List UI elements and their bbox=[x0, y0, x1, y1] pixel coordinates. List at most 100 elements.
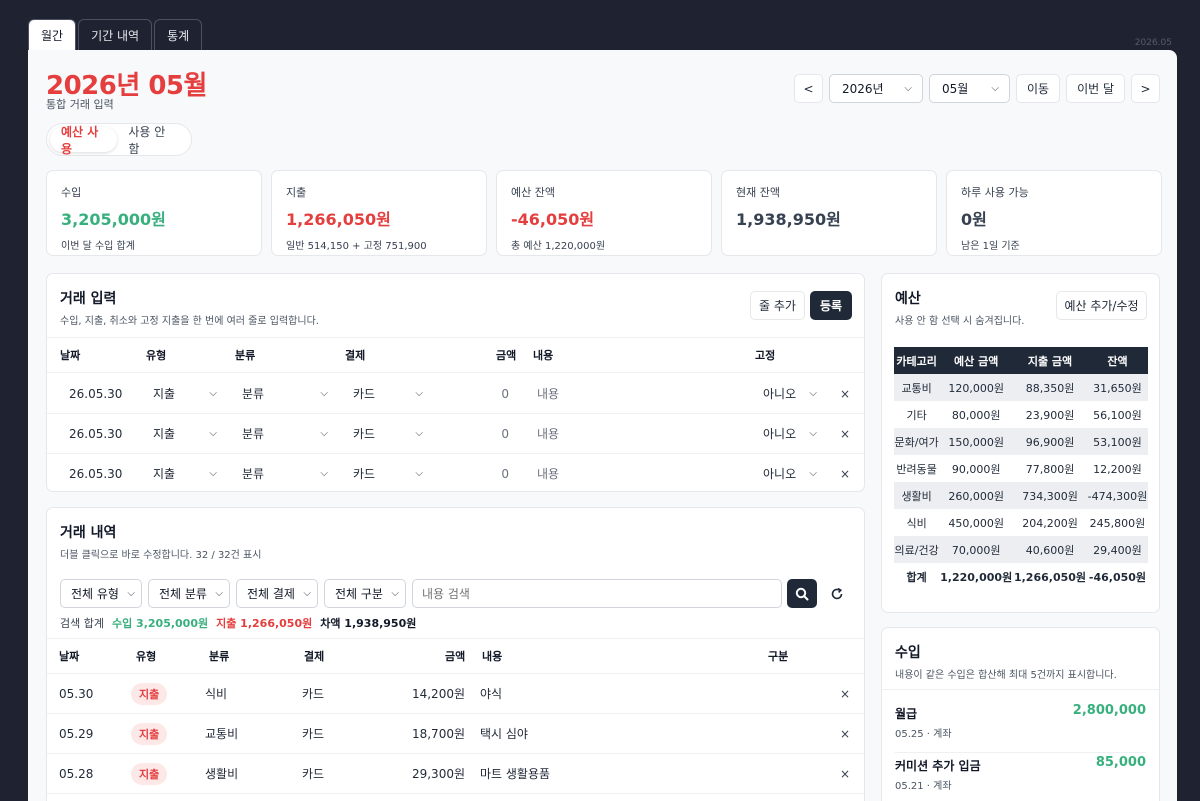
go-button[interactable]: 이동 bbox=[1015, 74, 1061, 103]
prev-month-button[interactable]: < bbox=[793, 74, 823, 103]
chevron-down-icon: ⌵ bbox=[209, 388, 217, 399]
table-row[interactable]: 05.28 지출 생활비 카드 29,300원 마트 생활용품 × bbox=[47, 754, 864, 794]
entry-payment-select[interactable]: 카드 ⌵ bbox=[353, 385, 423, 402]
this-month-button[interactable]: 이번 달 bbox=[1066, 74, 1125, 103]
year-select[interactable]: 2026년 ⌵ bbox=[828, 74, 923, 103]
entry-category-select[interactable]: 분류 ⌵ bbox=[242, 425, 328, 442]
row-date: 05.30 bbox=[59, 686, 94, 701]
filter-select[interactable]: 전체 구분 ⌵ bbox=[324, 579, 406, 608]
chevron-down-icon: ⌵ bbox=[809, 428, 817, 439]
chevron-down-icon: ⌵ bbox=[320, 428, 328, 439]
delete-row-button[interactable]: × bbox=[840, 687, 850, 701]
card-note: 남은 1일 기준 bbox=[961, 241, 1020, 252]
table-row[interactable]: 05.30 지출 식비 카드 14,200원 야식 × bbox=[47, 674, 864, 714]
row-amount: 29,300원 bbox=[411, 767, 465, 781]
col-date: 날짜 bbox=[60, 349, 81, 362]
budget-total-amount: 1,220,000원 bbox=[939, 563, 1014, 590]
budget-amount: 260,000원 bbox=[939, 482, 1014, 509]
card-value: -46,050원 bbox=[511, 210, 595, 229]
budget-total-left: -46,050원 bbox=[1086, 563, 1148, 590]
filter-select[interactable]: 전체 결제 ⌵ bbox=[236, 579, 318, 608]
row-date: 05.29 bbox=[59, 726, 94, 741]
col-kind: 구분 bbox=[768, 650, 789, 663]
budget-amount: 90,000원 bbox=[951, 462, 1001, 476]
add-row-button[interactable]: 줄 추가 bbox=[750, 291, 805, 320]
entry-payment-select[interactable]: 카드 ⌵ bbox=[353, 465, 423, 482]
budget-amount: 120,000원 bbox=[939, 374, 1014, 401]
entry-date-input[interactable]: 26.05.30 bbox=[69, 427, 122, 441]
refresh-icon bbox=[831, 587, 842, 599]
row-type-cell: 지출 bbox=[131, 682, 168, 705]
main-panel: 2026년 05월 통합 거래 입력 < 2026년 ⌵ 05월 ⌵ 이동 이번 달… bbox=[28, 50, 1177, 801]
budget-section: 예산 사용 안 함 선택 시 숨겨집니다. 예산 추가/수정 카테고리 예산 금액… bbox=[881, 273, 1160, 613]
filter-value: 전체 결제 bbox=[247, 587, 295, 601]
entry-type-select[interactable]: 지출 ⌵ bbox=[153, 465, 217, 482]
entry-category-select[interactable]: 분류 ⌵ bbox=[242, 385, 328, 402]
entry-fixed-select-value: 아니오 bbox=[763, 387, 797, 401]
entry-header-row: 날짜 유형 분류 결제 금액 내용 고정 bbox=[47, 337, 864, 373]
chevron-down-icon: ⌵ bbox=[127, 588, 135, 599]
entry-amount-input[interactable]: 0 bbox=[491, 427, 509, 441]
entry-category-select[interactable]: 분류 ⌵ bbox=[242, 465, 328, 482]
row-category: 식비 bbox=[205, 687, 228, 701]
entry-type-select[interactable]: 지출 ⌵ bbox=[153, 385, 217, 402]
summary-diff: 차액 1,938,950원 bbox=[320, 617, 417, 630]
budget-on-option[interactable]: 예산 사용 bbox=[50, 125, 118, 156]
register-button[interactable]: 등록 bbox=[810, 291, 852, 320]
search-summary: 검색 합계 수입 3,205,000원 지출 1,266,050원 차액 1,9… bbox=[60, 615, 416, 631]
delete-row-button[interactable]: × bbox=[840, 767, 850, 781]
tab-statistics[interactable]: 통계 bbox=[154, 19, 203, 51]
entry-payment-select[interactable]: 카드 ⌵ bbox=[353, 425, 423, 442]
tab-monthly[interactable]: 월간 bbox=[28, 19, 77, 51]
budget-toggle: 예산 사용 사용 안 함 bbox=[46, 123, 192, 156]
col-amount: 금액 bbox=[496, 349, 517, 362]
filter-select[interactable]: 전체 유형 ⌵ bbox=[60, 579, 142, 608]
summary-card: 현재 잔액 1,938,950원 bbox=[721, 170, 937, 256]
col-memo: 내용 bbox=[482, 650, 503, 663]
remove-row-button[interactable]: × bbox=[840, 467, 850, 481]
chevron-down-icon: ⌵ bbox=[991, 83, 999, 94]
entry-memo-input[interactable]: 내용 bbox=[537, 425, 559, 442]
budget-table: 카테고리 예산 금액 지출 금액 잔액 교통비 120,000원 88,350원 31,65… bbox=[894, 347, 1148, 590]
entry-fixed-select-value: 아니오 bbox=[763, 427, 797, 441]
row-payment: 카드 bbox=[302, 727, 325, 741]
budget-category: 생활비 bbox=[894, 482, 940, 509]
search-button[interactable] bbox=[787, 579, 817, 608]
filter-select[interactable]: 전체 분류 ⌵ bbox=[148, 579, 230, 608]
entry-title: 거래 입력 bbox=[60, 291, 117, 307]
filter-value: 전체 유형 bbox=[71, 587, 119, 601]
table-row[interactable]: 05.29 지출 교통비 카드 18,700원 택시 심야 × bbox=[47, 714, 864, 754]
card-label: 지출 bbox=[286, 186, 307, 199]
budget-spent: 77,800원 bbox=[1025, 462, 1075, 476]
delete-row-button[interactable]: × bbox=[840, 727, 850, 741]
tab-period-history[interactable]: 기간 내역 bbox=[78, 19, 153, 51]
entry-amount-input[interactable]: 0 bbox=[491, 467, 509, 481]
edit-budget-button[interactable]: 예산 추가/수정 bbox=[1056, 291, 1147, 320]
summary-card: 예산 잔액 -46,050원 총 예산 1,220,000원 bbox=[496, 170, 712, 256]
search-input[interactable] bbox=[422, 586, 772, 601]
remove-row-button[interactable]: × bbox=[840, 387, 850, 401]
entry-date-input[interactable]: 26.05.30 bbox=[69, 467, 122, 481]
history-header-row: 날짜 유형 분류 결제 금액 내용 구분 bbox=[47, 638, 864, 674]
month-select[interactable]: 05월 ⌵ bbox=[928, 74, 1010, 103]
budget-off-option[interactable]: 사용 안 함 bbox=[117, 125, 188, 156]
income-desc: 내용이 같은 수입은 합산해 최대 5건까지 표시합니다. bbox=[895, 670, 1117, 681]
entry-fixed-select[interactable]: 아니오 ⌵ bbox=[763, 425, 817, 442]
entry-memo-input[interactable]: 내용 bbox=[537, 385, 559, 402]
row-type-cell: 지출 bbox=[131, 722, 168, 745]
card-value: 1,938,950원 bbox=[736, 210, 841, 229]
entry-fixed-select-value: 아니오 bbox=[763, 467, 797, 481]
row-amount: 18,700원 bbox=[411, 727, 465, 741]
budget-desc: 사용 안 함 선택 시 숨겨집니다. bbox=[895, 316, 1025, 327]
next-month-button[interactable]: > bbox=[1131, 74, 1160, 103]
entry-date-input[interactable]: 26.05.30 bbox=[69, 387, 122, 401]
entry-type-select[interactable]: 지출 ⌵ bbox=[153, 425, 217, 442]
entry-fixed-select[interactable]: 아니오 ⌵ bbox=[763, 385, 817, 402]
entry-fixed-select[interactable]: 아니오 ⌵ bbox=[763, 465, 817, 482]
entry-memo-input[interactable]: 내용 bbox=[537, 465, 559, 482]
entry-category-select-value: 분류 bbox=[242, 427, 265, 441]
reset-button[interactable] bbox=[822, 579, 851, 608]
entry-amount-input[interactable]: 0 bbox=[491, 387, 509, 401]
budget-amount: 150,000원 bbox=[939, 428, 1014, 455]
remove-row-button[interactable]: × bbox=[840, 427, 850, 441]
